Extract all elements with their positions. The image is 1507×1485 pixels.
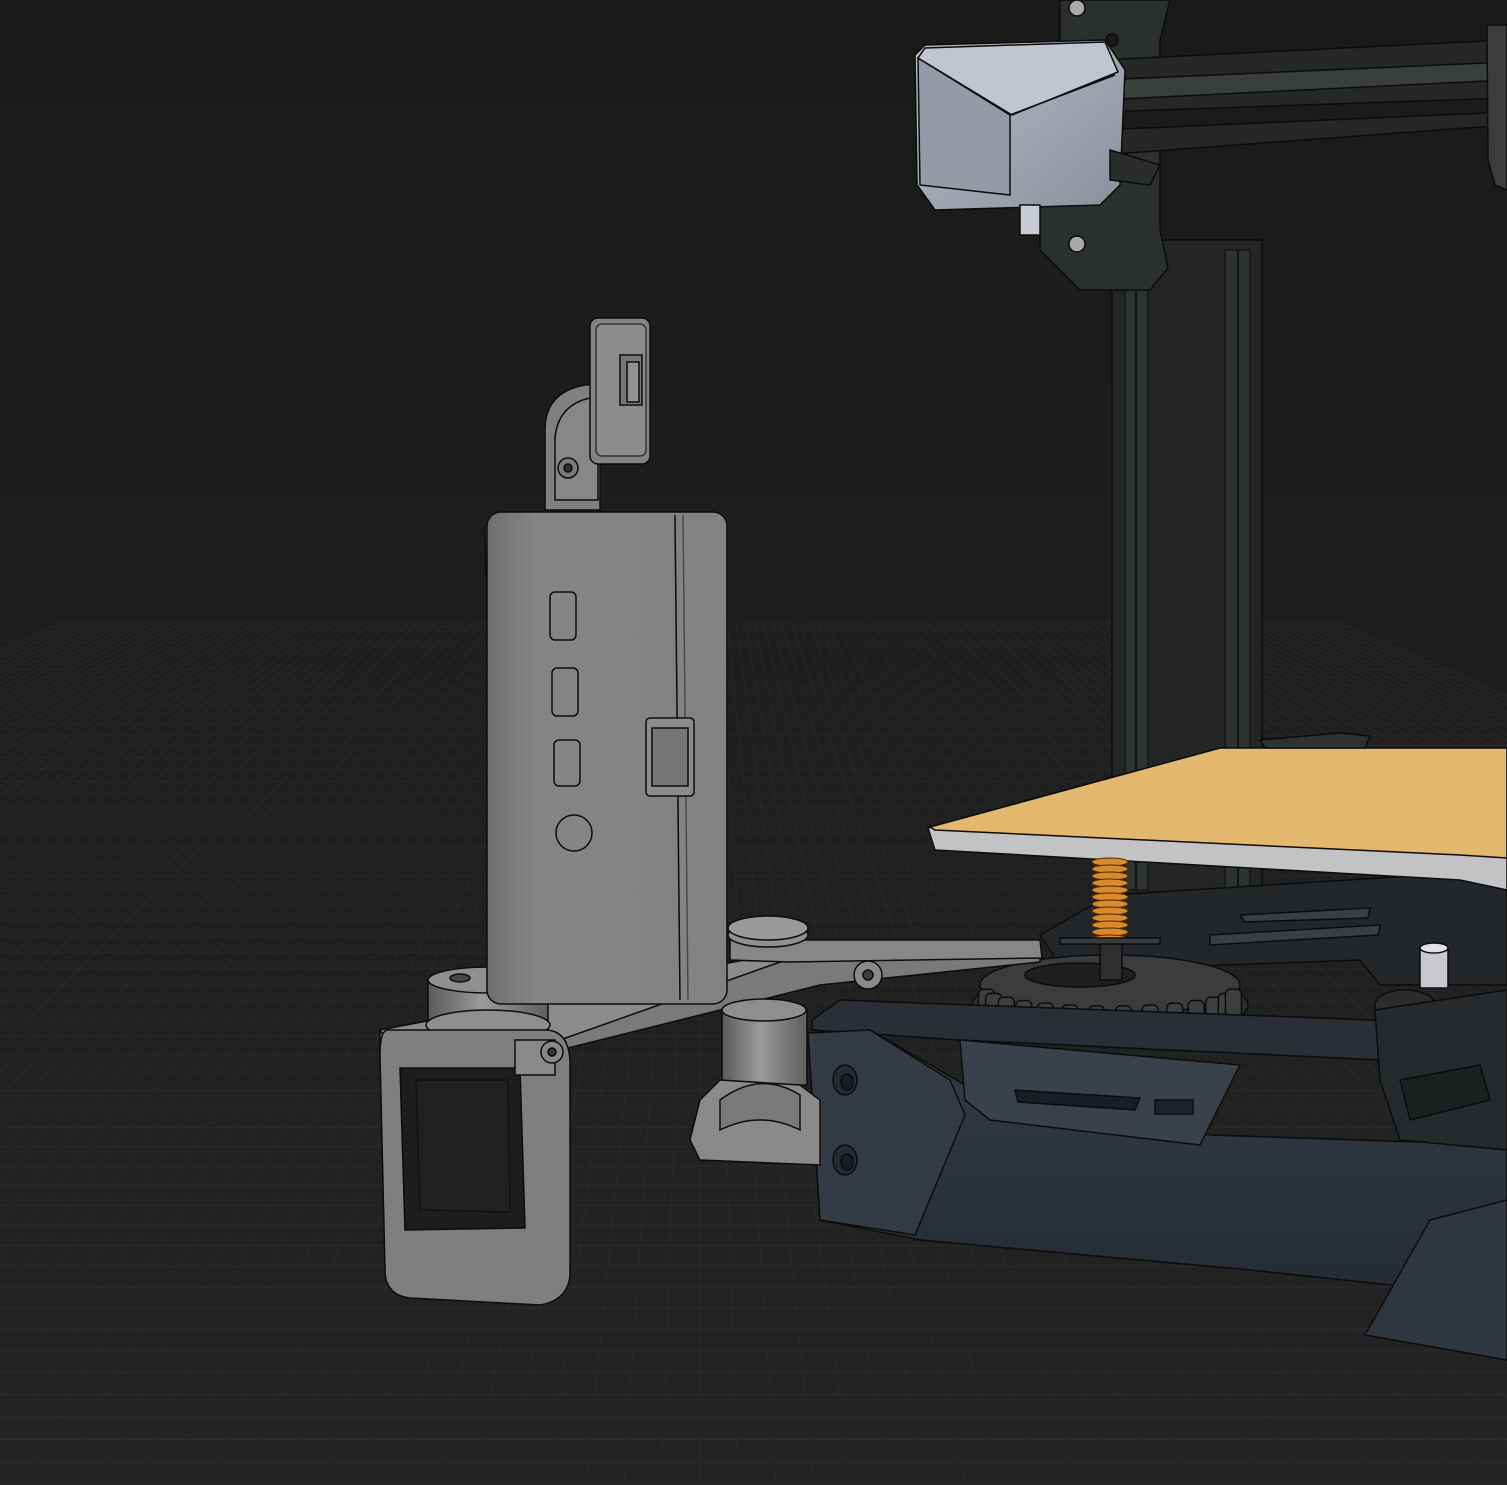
- led-window-1: [549, 591, 577, 641]
- bed-post: [1059, 937, 1161, 945]
- power-button[interactable]: [555, 814, 593, 852]
- led-window-3: [553, 739, 581, 787]
- led-window-2: [551, 667, 579, 717]
- model-scene[interactable]: [0, 0, 1507, 1485]
- cad-3d-viewport[interactable]: [0, 0, 1507, 1485]
- y-axis-extrusion: [1374, 989, 1507, 1151]
- hotend-carriage: [1486, 24, 1507, 191]
- electronics-enclosure[interactable]: [484, 510, 728, 1005]
